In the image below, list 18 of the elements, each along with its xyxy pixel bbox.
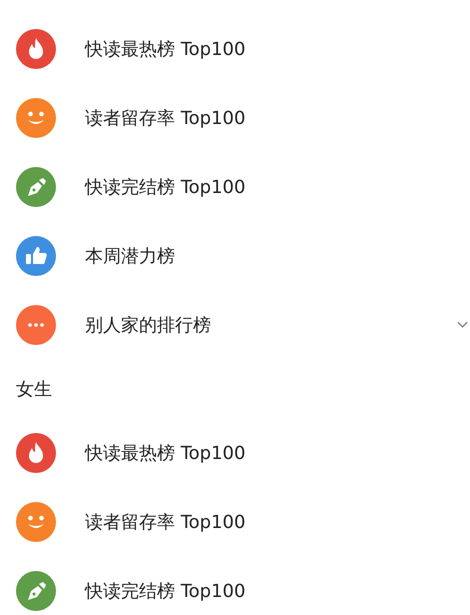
item-label: 快读完结榜 Top100 [85, 176, 246, 198]
list-item[interactable]: 快读完结榜 Top100 [0, 152, 470, 221]
item-label: 快读最热榜 Top100 [85, 442, 246, 464]
list-item[interactable]: 本周潜力榜 [0, 221, 470, 290]
item-label: 读者留存率 Top100 [85, 510, 246, 534]
item-label: 快读完结榜 Top100 [85, 580, 246, 602]
section-title: 女生 [16, 378, 52, 400]
list-item[interactable]: 别人家的排行榜 [0, 290, 470, 359]
list-item[interactable]: 快读完结榜 Top100 [0, 556, 470, 615]
list-item[interactable]: 快读最热榜 Top100 [0, 14, 470, 83]
item-label: 别人家的排行榜 [85, 314, 211, 336]
chevron-down-icon[interactable] [457, 321, 468, 329]
list-item[interactable]: 读者留存率 Top100 [0, 487, 470, 556]
list-item[interactable]: 读者留存率 Top100 [0, 83, 470, 152]
item-label: 快读最热榜 Top100 [85, 38, 246, 60]
list-item[interactable]: 快读最热榜 Top100 [0, 418, 470, 487]
item-label: 读者留存率 Top100 [85, 106, 246, 130]
item-label: 本周潜力榜 [85, 244, 175, 268]
